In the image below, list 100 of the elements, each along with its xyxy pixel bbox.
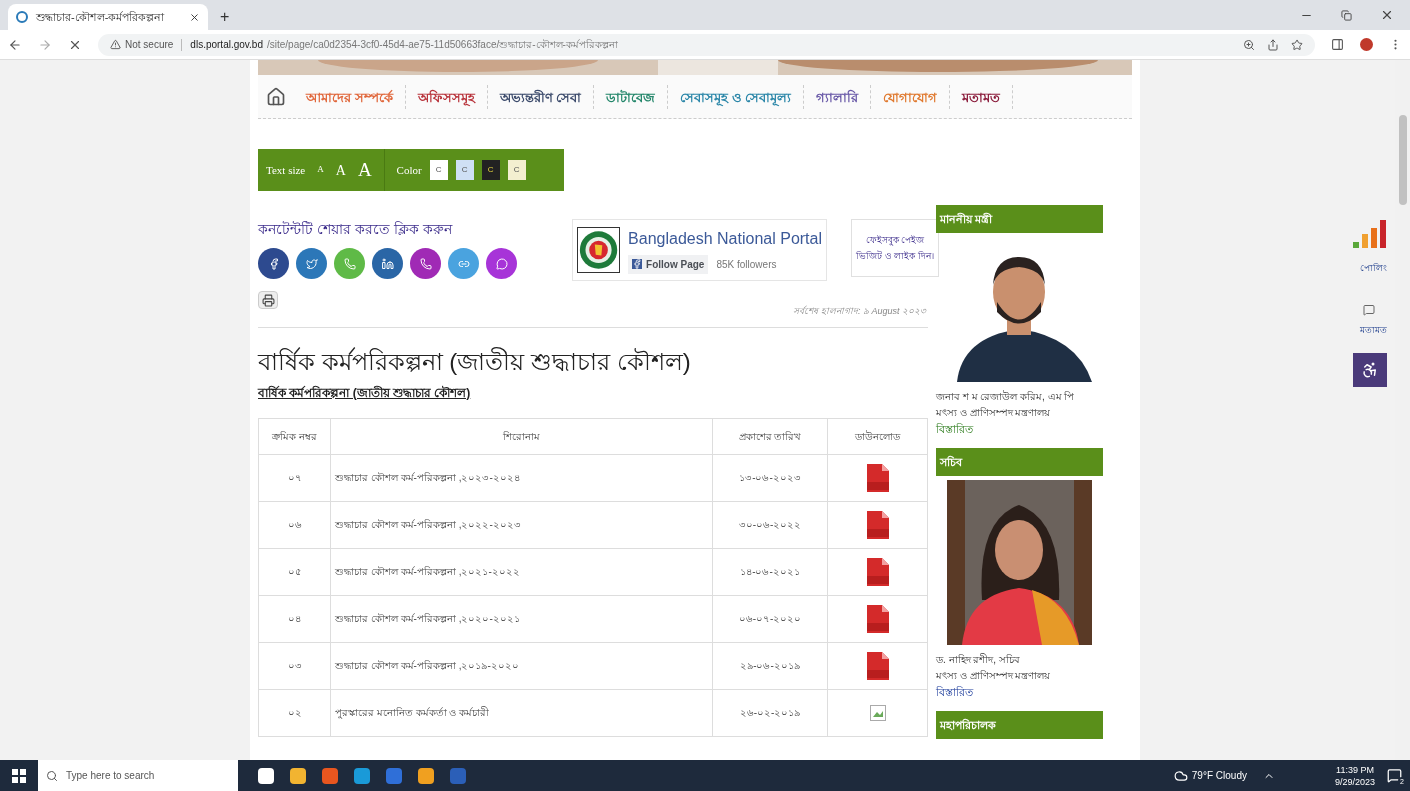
page-title: বার্ষিক কর্মপরিকল্পনা (জাতীয় শুদ্ধাচার কৌশল) [258, 346, 692, 377]
url-host: dls.portal.gov.bd [190, 38, 263, 52]
broken-image-icon[interactable] [869, 704, 886, 721]
ministry-name: মৎস্য ও প্রাণিসম্পদ মন্ত্রণালয় [936, 406, 1052, 420]
official-name: ড. নাহিদ রশীদ, সচিব [936, 653, 1021, 667]
color-label: Color [396, 162, 422, 178]
pdf-icon[interactable] [866, 463, 889, 492]
restore-icon[interactable] [1341, 9, 1352, 21]
facebook-page-name[interactable]: Bangladesh National Portal [628, 226, 822, 251]
table-cell: ১৩-০৬-২০২৩ [712, 454, 828, 501]
search-icon [46, 769, 58, 782]
subtitle-link[interactable]: বার্ষিক কর্মপরিকল্পনা (জাতীয় শুদ্ধাচার কৌশল) [258, 383, 471, 402]
emblem-icon [577, 227, 621, 273]
tab-title: শুদ্ধাচার-কৌশল-কর্মপরিকল্পনা [36, 9, 166, 25]
table-cell: ২৯-০৬-২০১৯ [712, 642, 828, 689]
details-link[interactable]: বিস্তারিত [936, 685, 1103, 699]
table-cell: শুদ্ধাচার কৌশল কর্ম-পরিকল্পনা ,২০১৯-২০২০ [330, 642, 713, 689]
share-title: কনটেন্টটি শেয়ার করতে ক্লিক করুন [258, 220, 454, 239]
column-header: প্রকাশের তারিখ [712, 418, 828, 454]
sidebar-heading: সচিব [936, 448, 1103, 476]
color-swatch[interactable]: C [455, 160, 474, 180]
table-cell: ০৩ [258, 642, 331, 689]
weather-label[interactable]: 79°F Cloudy [1191, 768, 1247, 783]
taskbar-app-icon[interactable] [290, 767, 306, 784]
messenger-icon [495, 257, 508, 270]
text-size-button[interactable]: A [357, 155, 372, 185]
facebook-icon [632, 259, 643, 269]
sidebar-heading: মাননীয় মন্ত্রী [936, 205, 1103, 233]
table-cell: ৩০-০৬-২০২২ [712, 501, 828, 548]
url-path: /site/page/ca0d2354-3cf0-45d4-ae75-11d50663face/শুদ্ধাচার-কৌশল-কর্মপরিকল্পনা [267, 38, 618, 52]
follow-page-button[interactable]: Follow Page [628, 254, 709, 274]
new-tab-button[interactable]: + [208, 4, 242, 30]
bar-chart-icon[interactable] [1353, 220, 1387, 250]
color-swatch[interactable]: C [507, 160, 526, 180]
nav-link[interactable]: অফিসসমূহ [417, 89, 475, 105]
pdf-icon[interactable] [866, 651, 889, 680]
clock-time: 11:39 PM [1336, 763, 1374, 776]
home-icon[interactable] [266, 86, 286, 107]
table-cell: পুরস্কারের মনোনিত কর্মকর্তা ও কর্মচারী [330, 689, 713, 736]
taskbar-app-icon[interactable] [418, 767, 434, 784]
warning-icon [110, 39, 121, 50]
feedback-icon[interactable] [1363, 303, 1375, 316]
polling-link[interactable]: পোলিং [1360, 262, 1387, 276]
notifications-icon[interactable] [1387, 768, 1402, 783]
table-cell: শুদ্ধাচার কৌশল কর্ম-পরিকল্পনা ,২০২১-২০২২ [330, 548, 713, 595]
close-icon[interactable] [189, 11, 200, 23]
accessibility-button[interactable] [1353, 353, 1387, 387]
sidebar-heading: মহাপরিচালক [936, 711, 1103, 739]
browser-tab[interactable]: শুদ্ধাচার-কৌশল-কর্মপরিকল্পনা [8, 4, 208, 30]
column-header: শিরোনাম [330, 418, 713, 454]
color-swatch[interactable]: C [429, 160, 448, 180]
profile-avatar[interactable] [1360, 38, 1373, 51]
nav-link[interactable]: মতামত [962, 89, 1001, 105]
zoom-icon[interactable] [1243, 38, 1255, 51]
table-cell: ০৬ [258, 501, 331, 548]
printer-icon [261, 293, 275, 307]
twitter-share-button[interactable] [296, 248, 327, 279]
accessibility-icon [1361, 361, 1379, 379]
facebook-note: ফেইসবুক পেইজ ভিজিট ও লাইক দিন। [851, 219, 939, 277]
text-size-label: Text size [266, 162, 306, 178]
pdf-icon[interactable] [866, 510, 889, 539]
nav-link[interactable]: সেবাসমূহ ও সেবামূল্য [680, 89, 792, 105]
text-size-button[interactable]: A [335, 159, 346, 181]
pdf-icon[interactable] [866, 604, 889, 633]
taskbar-search-field[interactable]: Type here to search [38, 760, 238, 791]
viber-share-button[interactable] [410, 248, 441, 279]
feedback-link[interactable]: মতামত [1360, 323, 1387, 337]
address-bar[interactable]: Not secure dls.portal.gov.bd /site/page/ca0d2354-3cf0-45d4-ae75-11d50663face/শুদ্ধাচার-কৌশল-কর্মপরিকল্পনা [98, 33, 1315, 56]
facebook-share-button[interactable] [258, 248, 289, 279]
last-updated: সর্বশেষ হালনাগাদ: ৯ August ২০২৩ [793, 305, 926, 318]
nav-link[interactable]: গ্যালারি [816, 89, 859, 105]
linkedin-icon [381, 257, 394, 270]
table-cell: শুদ্ধাচার কৌশল কর্ম-পরিকল্পনা ,২০২০-২০২১ [330, 595, 713, 642]
back-icon[interactable] [8, 37, 22, 52]
table-cell: শুদ্ধাচার কৌশল কর্ম-পরিকল্পনা ,২০২২-২০২৩ [330, 501, 713, 548]
link-share-button[interactable] [448, 248, 479, 279]
taskbar-app-icon[interactable] [258, 767, 274, 784]
nav-link[interactable]: অভ্যন্তরীণ সেবা [499, 89, 582, 105]
column-header: ডাউনলোড [827, 418, 928, 454]
text-size-button[interactable]: A [317, 163, 324, 177]
details-link[interactable]: বিস্তারিত [936, 422, 1103, 436]
color-swatch[interactable]: C [481, 160, 500, 180]
ministry-name: মৎস্য ও প্রাণিসম্পদ মন্ত্রণালয় [936, 669, 1052, 683]
close-icon[interactable] [1380, 8, 1394, 22]
table-cell: ০৬-০৭-২০২০ [712, 595, 828, 642]
twitter-icon [305, 257, 318, 270]
table-cell: শুদ্ধাচার কৌশল কর্ম-পরিকল্পনা ,২০২৩-২০২৪ [330, 454, 713, 501]
messenger-share-button[interactable] [486, 248, 517, 279]
nav-link[interactable]: ডাটাবেজ [606, 89, 656, 105]
side-panel-icon[interactable] [1331, 38, 1344, 51]
windows-logo-icon[interactable] [12, 768, 26, 783]
star-icon[interactable] [1291, 38, 1303, 51]
table-cell: ১৪-০৬-২০২১ [712, 548, 828, 595]
pdf-icon[interactable] [866, 557, 889, 586]
table-cell: ০৪ [258, 595, 331, 642]
clock-date: 9/29/2023 [1334, 775, 1375, 788]
share-icon[interactable] [1267, 38, 1279, 51]
site-icon [16, 11, 28, 23]
print-button[interactable] [258, 291, 278, 309]
linkedin-share-button[interactable] [372, 248, 403, 279]
